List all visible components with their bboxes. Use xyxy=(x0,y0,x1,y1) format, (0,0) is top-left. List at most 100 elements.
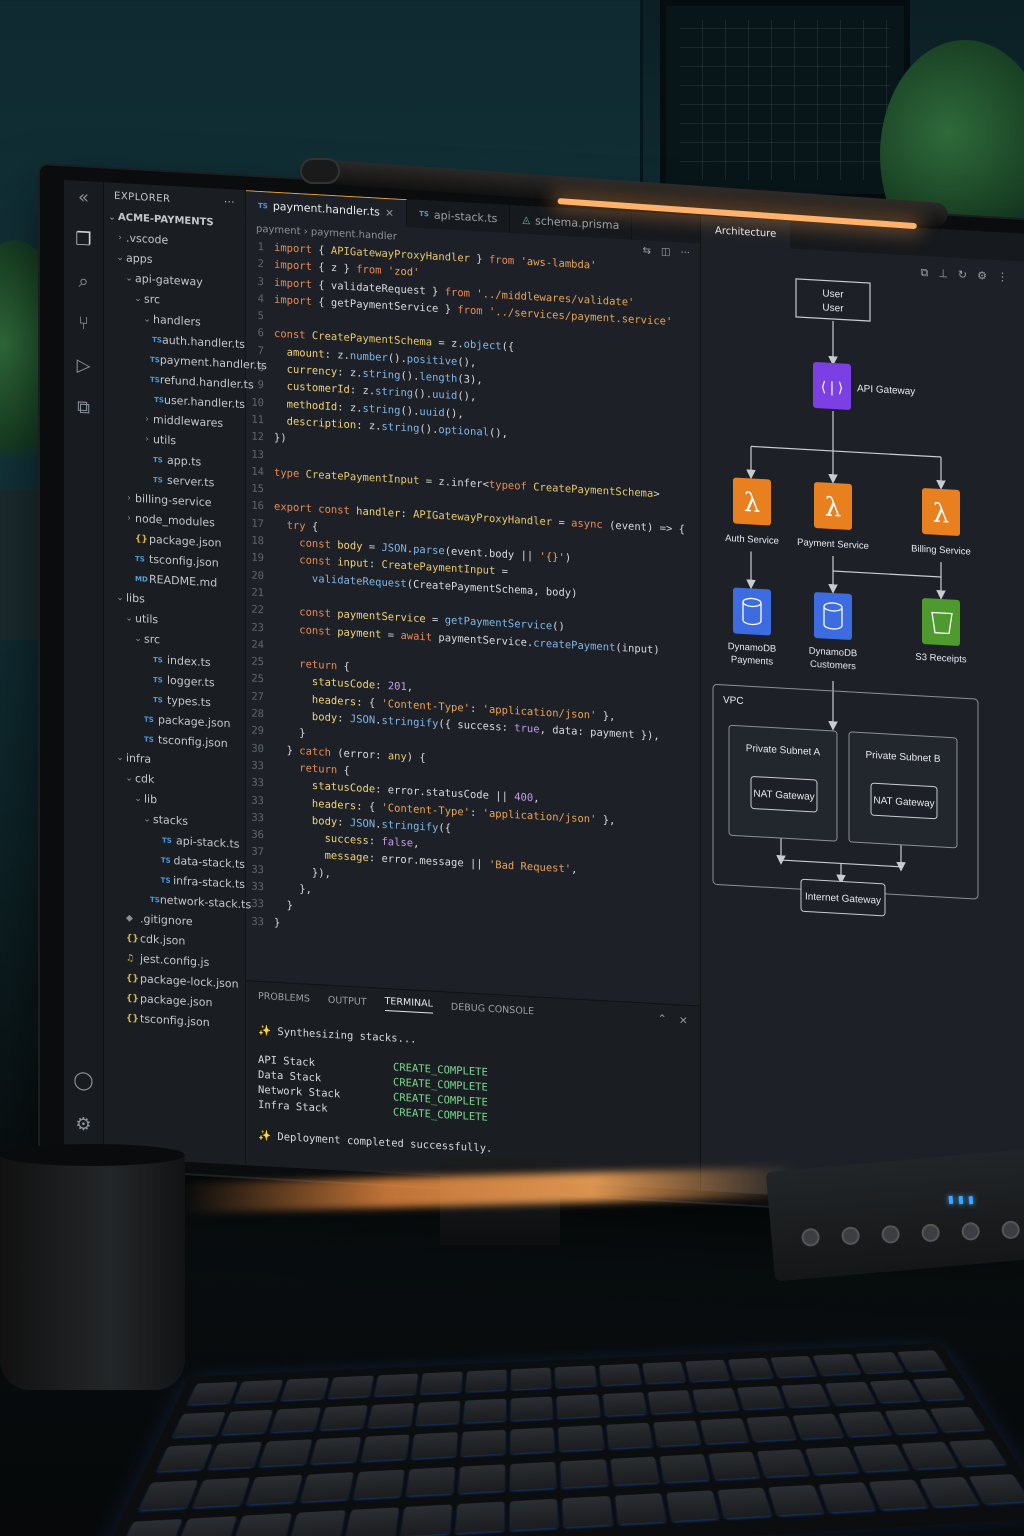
panel-tab-terminal[interactable]: TERMINAL xyxy=(385,995,433,1013)
auth-service-label: Auth Service xyxy=(725,533,779,547)
spacer xyxy=(114,958,126,959)
chevron-up-icon[interactable]: ⌃ xyxy=(658,1012,667,1026)
dynamodb-icon xyxy=(814,592,852,640)
search-icon[interactable]: ⌕ xyxy=(73,270,95,293)
user-node[interactable]: User User xyxy=(796,279,870,321)
keyboard-key xyxy=(300,1472,353,1501)
typescript-icon: TS xyxy=(258,201,268,210)
internet-gateway-node[interactable]: Internet Gateway xyxy=(801,879,885,916)
code-token: { xyxy=(337,764,350,782)
code-editor[interactable]: 1 import { APIGatewayProxyHandler } from … xyxy=(246,238,700,1005)
keyboard-key xyxy=(374,1374,418,1396)
keyboard-key xyxy=(559,1425,604,1451)
close-icon[interactable]: × xyxy=(385,206,394,220)
api-gateway-node[interactable]: ⟨|⟩ API Gateway xyxy=(813,362,915,414)
led xyxy=(949,1196,954,1204)
line-number: 25 xyxy=(246,673,274,692)
dynamodb-customers-node[interactable]: DynamoDB Customers xyxy=(809,592,858,673)
file-type-icon: TS xyxy=(161,870,173,891)
svg-text:λ: λ xyxy=(825,493,841,524)
keyboard-key xyxy=(222,1409,273,1434)
keyboard-key xyxy=(464,1398,507,1422)
line-number: 33 xyxy=(246,811,274,830)
wall-frame xyxy=(660,0,910,200)
extensions-icon[interactable]: ⧉ xyxy=(73,396,95,419)
keyboard-key xyxy=(615,1493,666,1524)
tab-label: api-stack.ts xyxy=(434,208,498,225)
panel-tab-output[interactable]: OUTPUT xyxy=(328,994,367,1007)
keyboard-key xyxy=(781,1384,830,1407)
keyboard-key xyxy=(813,1354,860,1375)
gear-icon[interactable]: ⚙ xyxy=(73,1113,95,1136)
compare-icon[interactable]: ⇆ xyxy=(643,245,651,256)
code-token: }, xyxy=(596,813,615,831)
s3-bucket-icon xyxy=(922,598,960,646)
keyboard-key xyxy=(653,1421,700,1447)
keyboard-key xyxy=(700,1418,749,1443)
code-token: length xyxy=(419,371,457,390)
code-token: ({ xyxy=(438,822,451,840)
s3-receipts-label: S3 Receipts xyxy=(915,652,966,666)
close-icon[interactable]: × xyxy=(679,1013,688,1027)
keyboard-key xyxy=(458,1464,505,1493)
code-token: false xyxy=(381,836,413,855)
more-actions-icon[interactable]: ··· xyxy=(680,247,690,259)
line-number: 19 xyxy=(246,552,274,571)
code-token: } xyxy=(274,899,293,917)
keyboard-key xyxy=(406,1467,455,1496)
split-editor-icon[interactable]: ◫ xyxy=(661,246,670,258)
s3-receipts-node[interactable]: S3 Receipts xyxy=(915,598,966,666)
run-debug-icon[interactable]: ▷ xyxy=(73,354,95,377)
code-token: : z. xyxy=(337,366,362,385)
tree-item-label: utils xyxy=(153,430,176,451)
payment-service-node[interactable]: λ Payment Service xyxy=(797,481,869,552)
keyboard-key xyxy=(708,1451,759,1479)
keyboard-key xyxy=(557,1394,600,1418)
tree-item-label: src xyxy=(144,629,160,650)
collapse-icon[interactable]: « xyxy=(73,186,95,209)
spacer xyxy=(114,938,126,939)
file-type-icon: TS xyxy=(161,850,174,871)
explorer-icon[interactable]: ❐ xyxy=(73,228,95,251)
keyboard-key xyxy=(511,1368,551,1390)
source-control-icon[interactable]: ⑂ xyxy=(73,312,95,335)
keyboard-key xyxy=(187,1382,237,1405)
tree-item-label: types.ts xyxy=(167,691,211,713)
billing-service-node[interactable]: λ Billing Service xyxy=(911,487,971,557)
tree-item-label: tsconfig.json xyxy=(158,730,228,754)
dynamodb-payments-node[interactable]: DynamoDB Payments xyxy=(728,587,777,668)
code-token: uuid xyxy=(419,406,444,425)
keyboard-key xyxy=(208,1442,262,1469)
code-token: , xyxy=(413,838,419,856)
keyboard-key xyxy=(289,1510,345,1536)
tree-item-label: cdk xyxy=(135,769,154,790)
tree-item-label: cdk.json xyxy=(140,929,185,952)
explorer-more-icon[interactable]: ··· xyxy=(224,197,235,209)
account-icon[interactable]: ◯ xyxy=(73,1069,95,1092)
keyboard-key xyxy=(555,1366,596,1388)
code-token: stringify xyxy=(382,715,439,735)
file-tree: › .vscode ⌄ apps ⌄ api-gateway ⌄ src ⌄ handlers TS… xyxy=(104,227,245,1035)
tree-item-label: apps xyxy=(126,248,152,269)
private-subnet-b[interactable]: Private Subnet B NAT Gateway xyxy=(849,732,957,848)
keyboard-key xyxy=(969,1474,1024,1504)
file-type-icon: TS xyxy=(152,330,162,351)
private-subnet-a[interactable]: Private Subnet A NAT Gateway xyxy=(729,725,837,841)
chevron-right-icon: › xyxy=(123,488,135,509)
keyboard-key xyxy=(718,1488,772,1519)
keyboard-key xyxy=(642,1362,685,1384)
auth-service-node[interactable]: λ Auth Service xyxy=(725,477,779,547)
file-type-icon: TS xyxy=(154,390,164,411)
api-gateway-label: API Gateway xyxy=(857,383,915,397)
line-number: 24 xyxy=(246,638,274,657)
keyboard-key xyxy=(602,1392,646,1416)
code-token: number xyxy=(350,350,388,369)
vpc-label: VPC xyxy=(723,695,744,707)
spacer xyxy=(150,840,162,841)
panel-tab-problems[interactable]: PROBLEMS xyxy=(258,990,310,1004)
led xyxy=(959,1196,964,1204)
code-token: any xyxy=(388,750,407,768)
spacer xyxy=(123,578,135,579)
code-token: optional xyxy=(438,424,489,444)
panel-tab-debug-console[interactable]: DEBUG CONSOLE xyxy=(451,1001,534,1017)
